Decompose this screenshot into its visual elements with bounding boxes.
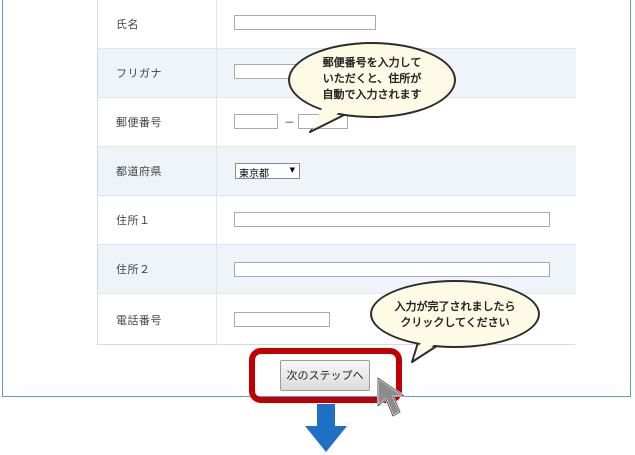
down-arrow-icon [305, 404, 347, 452]
pointer-cursor-icon [377, 377, 405, 417]
next-step-button[interactable]: 次のステップへ [280, 360, 370, 391]
